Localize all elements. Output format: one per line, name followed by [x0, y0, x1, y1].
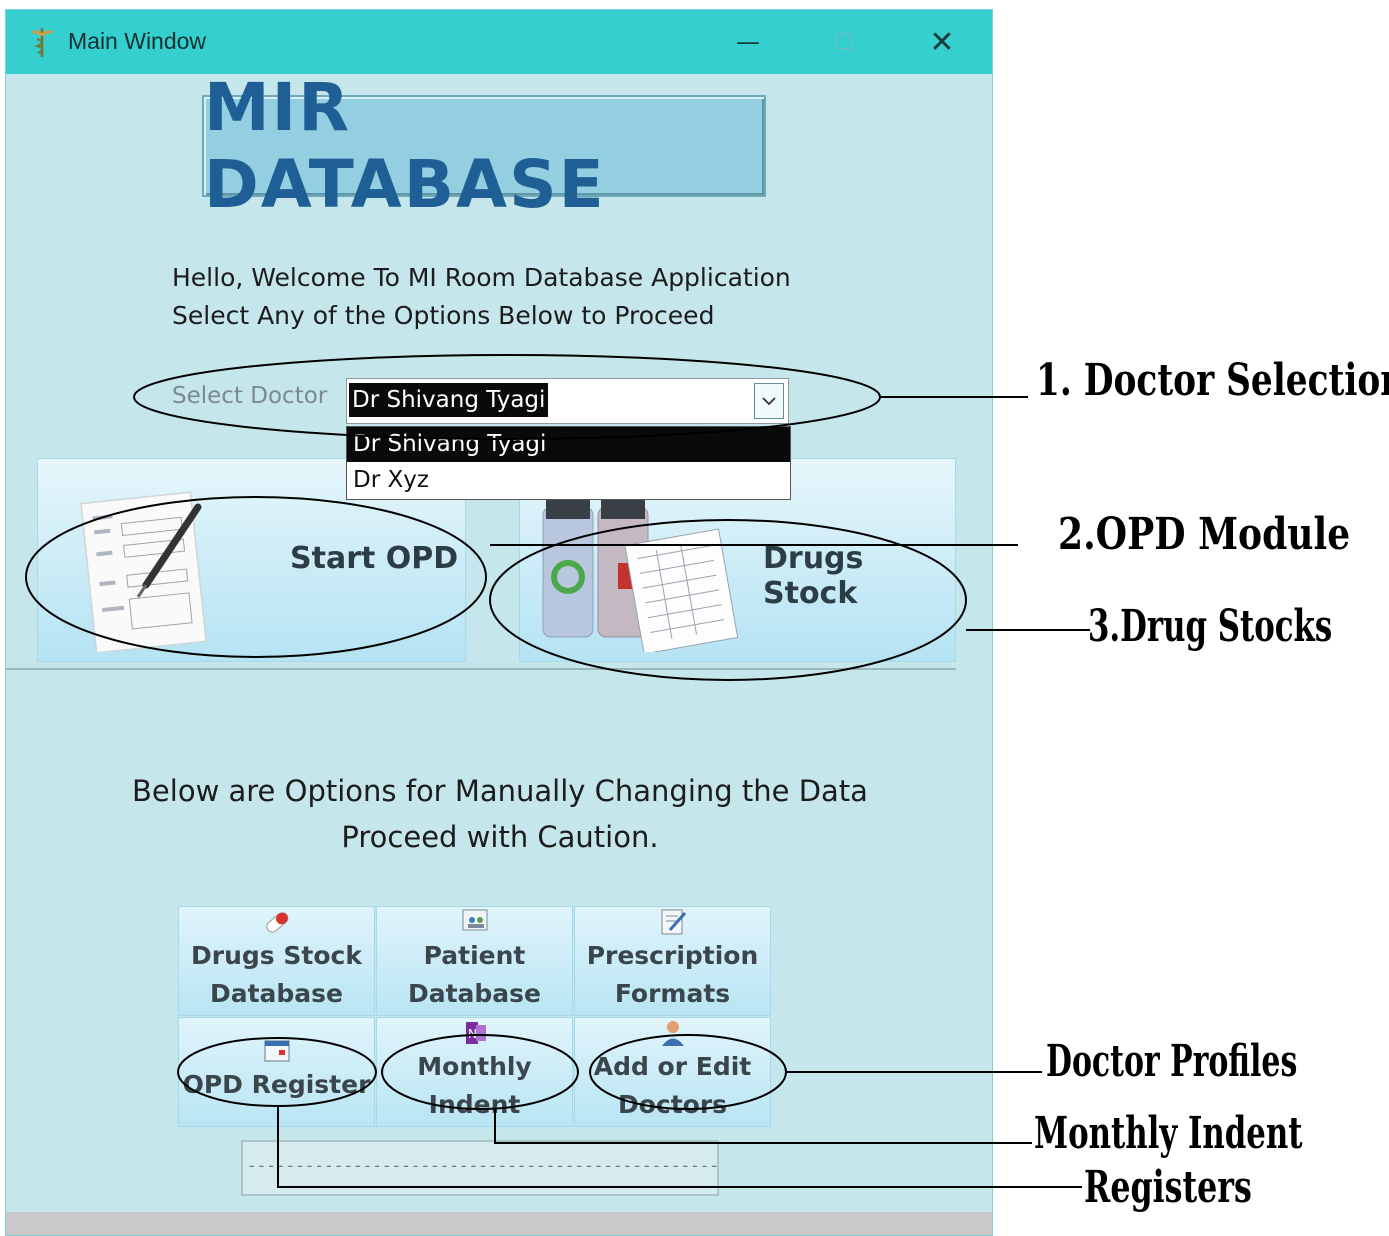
annotation-drug-stocks: 3.Drug Stocks	[1088, 601, 1333, 652]
opd-register-ellipse	[177, 1037, 377, 1107]
registers-leader	[277, 1106, 1082, 1188]
doctor-selection-ellipse	[133, 354, 881, 440]
doctors-ellipse	[589, 1034, 787, 1110]
opd-module-ellipse	[25, 496, 487, 658]
monthly-indent-ellipse	[381, 1034, 579, 1110]
annotation-opd-module: 2.OPD Module	[1058, 509, 1351, 560]
annotation-doctor-selection: 1. Doctor Selection	[1036, 355, 1389, 406]
monthly-indent-leader	[494, 1109, 1032, 1144]
annotation-monthly-indent: Monthly Indent	[1034, 1108, 1303, 1159]
annotation-registers: Registers	[1084, 1162, 1252, 1213]
annotation-doctor-profiles: Doctor Profiles	[1046, 1036, 1298, 1087]
